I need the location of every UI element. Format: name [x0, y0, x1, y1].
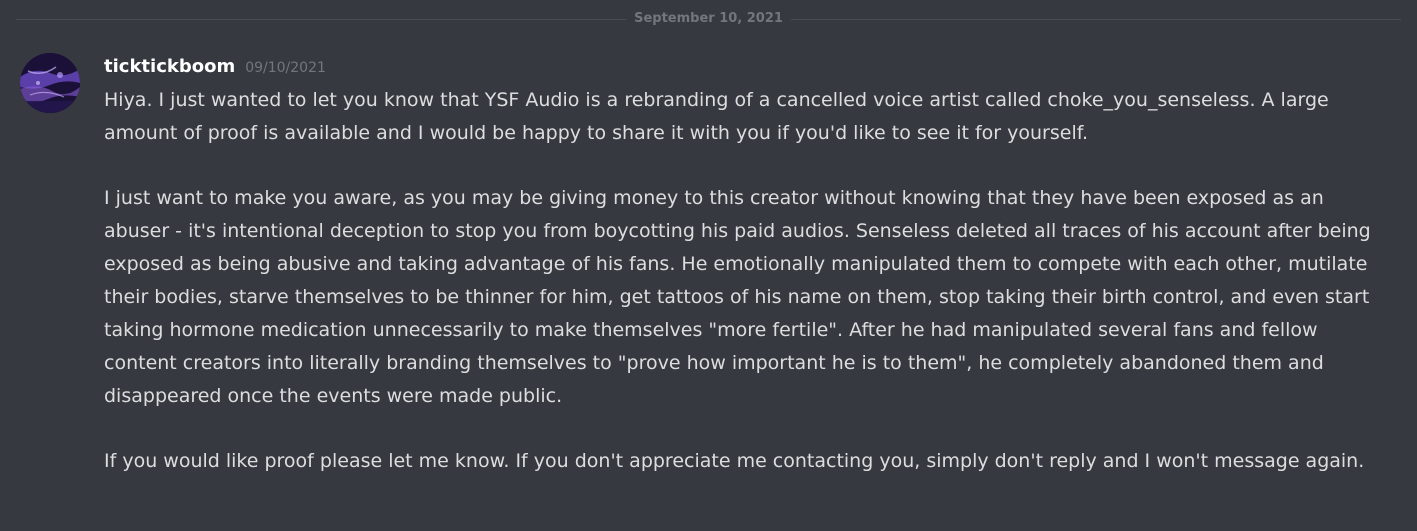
message-paragraph: I just want to make you aware, as you ma… — [104, 187, 1371, 407]
date-divider: September 10, 2021 — [16, 8, 1402, 30]
divider-date: September 10, 2021 — [634, 11, 783, 26]
message-timestamp: 09/10/2021 — [245, 60, 326, 76]
avatar-image — [20, 53, 80, 113]
message-paragraph: Hiya. I just wanted to let you know that… — [104, 89, 1329, 144]
username[interactable]: ticktickboom — [104, 56, 235, 77]
message-header: ticktickboom 09/10/2021 — [104, 56, 1394, 80]
divider-line-left — [16, 18, 627, 20]
message-content: ticktickboom 09/10/2021 Hiya. I just wan… — [104, 56, 1394, 478]
divider-line-right — [790, 18, 1402, 20]
message-paragraph: If you would like proof please let me kn… — [104, 450, 1365, 472]
user-avatar[interactable] — [20, 53, 80, 113]
